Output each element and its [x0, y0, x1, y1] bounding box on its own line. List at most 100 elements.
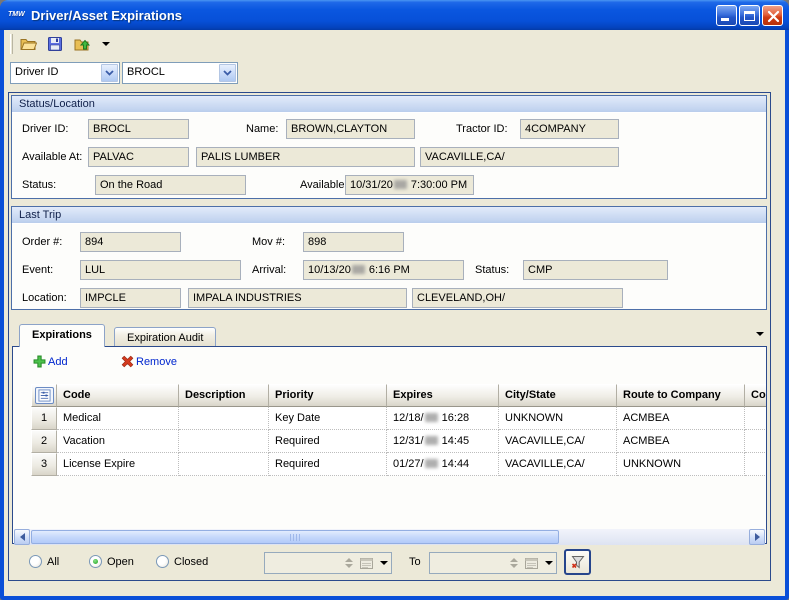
cell-expires[interactable]: 12/18/ 16:28: [387, 407, 499, 430]
field-type-dropdown-button[interactable]: [101, 64, 118, 82]
toolbar-overflow-button[interactable]: [102, 32, 110, 56]
redacted-text: [394, 180, 407, 189]
column-header-description[interactable]: Description: [179, 384, 269, 407]
driver-id-dropdown-button[interactable]: [219, 64, 236, 82]
cell-route-to-company[interactable]: UNKNOWN: [617, 453, 745, 476]
row-selector[interactable]: 3: [31, 453, 57, 476]
radio-all[interactable]: [29, 555, 42, 568]
cell-description[interactable]: [179, 407, 269, 430]
row-selector[interactable]: 2: [31, 430, 57, 453]
column-header-city-state[interactable]: City/State: [499, 384, 617, 407]
tab-expiration-audit[interactable]: Expiration Audit: [114, 327, 216, 346]
field-type-combobox[interactable]: Driver ID: [10, 62, 120, 84]
toolbar-grip[interactable]: [10, 34, 13, 54]
redacted-text: [425, 459, 438, 468]
scroll-right-icon: [755, 533, 760, 541]
dropdown-arrow-icon: [380, 561, 388, 565]
open-button[interactable]: [16, 32, 40, 56]
main-toolbar: [4, 30, 785, 58]
calendar-icon: [360, 557, 373, 569]
cell-con[interactable]: [745, 453, 766, 476]
available-at-city-field: VACAVILLE,CA/: [420, 147, 619, 167]
title-bar[interactable]: TMW Driver/Asset Expirations: [0, 0, 789, 30]
tab-expirations[interactable]: Expirations: [19, 324, 105, 347]
radio-closed-label: Closed: [174, 556, 208, 568]
spin-up-icon[interactable]: [510, 558, 518, 562]
location-code-field: IMPCLE: [80, 288, 181, 308]
clear-filter-button[interactable]: [564, 549, 591, 575]
date-from-picker[interactable]: [264, 552, 392, 574]
date-to-dropdown-button[interactable]: [542, 561, 556, 565]
horizontal-scrollbar[interactable]: [14, 529, 765, 545]
minimize-icon: [721, 18, 729, 21]
open-folder-icon: [20, 36, 37, 52]
column-header-code[interactable]: Code: [57, 384, 179, 407]
maximize-button[interactable]: [739, 5, 760, 26]
scrollbar-thumb[interactable]: [31, 530, 559, 544]
cell-code[interactable]: Vacation: [57, 430, 179, 453]
cell-priority[interactable]: Key Date: [269, 407, 387, 430]
cell-description[interactable]: [179, 430, 269, 453]
column-header-con[interactable]: Con: [745, 384, 766, 407]
order-field: 894: [80, 232, 181, 252]
available-at-name-field: PALIS LUMBER: [196, 147, 415, 167]
radio-closed[interactable]: [156, 555, 169, 568]
cell-route-to-company[interactable]: ACMBEA: [617, 430, 745, 453]
expirations-tab-panel: Add Remove: [12, 346, 767, 544]
cell-con[interactable]: [745, 430, 766, 453]
spin-down-icon[interactable]: [510, 564, 518, 568]
export-button[interactable]: [70, 32, 94, 56]
window-title: Driver/Asset Expirations: [31, 8, 716, 23]
spin-down-icon[interactable]: [345, 564, 353, 568]
status-location-header: Status/Location: [12, 96, 766, 113]
add-button-label: Add: [48, 356, 68, 368]
mov-field: 898: [303, 232, 404, 252]
cell-expires[interactable]: 12/31/ 14:45: [387, 430, 499, 453]
cell-city-state[interactable]: VACAVILLE,CA/: [499, 453, 617, 476]
scroll-left-button[interactable]: [14, 529, 30, 545]
save-button[interactable]: [43, 32, 67, 56]
column-chooser-button[interactable]: [35, 387, 54, 404]
trip-status-field: CMP: [523, 260, 668, 280]
app-window: TMW Driver/Asset Expirations: [0, 0, 789, 600]
calendar-button[interactable]: [523, 555, 540, 571]
cell-con[interactable]: [745, 407, 766, 430]
location-name-field: IMPALA INDUSTRIES: [188, 288, 407, 308]
cell-code[interactable]: Medical: [57, 407, 179, 430]
add-button[interactable]: Add: [33, 355, 68, 368]
cell-priority[interactable]: Required: [269, 430, 387, 453]
name-label: Name:: [246, 123, 278, 135]
date-from-dropdown-button[interactable]: [377, 561, 391, 565]
column-header-priority[interactable]: Priority: [269, 384, 387, 407]
calendar-button[interactable]: [358, 555, 375, 571]
driver-id-combobox[interactable]: BROCL: [122, 62, 238, 84]
cell-description[interactable]: [179, 453, 269, 476]
remove-button[interactable]: Remove: [121, 355, 177, 368]
status-location-group: Status/Location Driver ID: BROCL Name: B…: [11, 95, 767, 199]
field-type-value: Driver ID: [15, 66, 58, 78]
content-panel: Status/Location Driver ID: BROCL Name: B…: [8, 92, 771, 581]
column-header-expires[interactable]: Expires: [387, 384, 499, 407]
cell-expires[interactable]: 01/27/ 14:44: [387, 453, 499, 476]
arrival-label: Arrival:: [252, 264, 286, 276]
scrollbar-grip: [290, 534, 301, 541]
scroll-right-button[interactable]: [749, 529, 765, 545]
column-header-route-to-company[interactable]: Route to Company: [617, 384, 745, 407]
date-to-value: [430, 553, 507, 573]
cell-route-to-company[interactable]: ACMBEA: [617, 407, 745, 430]
cell-priority[interactable]: Required: [269, 453, 387, 476]
table-row[interactable]: 3 License Expire Required 01/27/ 14:44 V…: [31, 453, 766, 476]
minimize-button[interactable]: [716, 5, 737, 26]
close-button[interactable]: [762, 5, 783, 26]
table-row[interactable]: 1 Medical Key Date 12/18/ 16:28 UNKNOWN …: [31, 407, 766, 430]
cell-city-state[interactable]: VACAVILLE,CA/: [499, 430, 617, 453]
spin-up-icon[interactable]: [345, 558, 353, 562]
row-selector[interactable]: 1: [31, 407, 57, 430]
cell-city-state[interactable]: UNKNOWN: [499, 407, 617, 430]
date-to-picker[interactable]: [429, 552, 557, 574]
name-field: BROWN,CLAYTON: [286, 119, 415, 139]
cell-code[interactable]: License Expire: [57, 453, 179, 476]
radio-open[interactable]: [89, 555, 102, 568]
table-row[interactable]: 2 Vacation Required 12/31/ 14:45 VACAVIL…: [31, 430, 766, 453]
redacted-text: [425, 436, 438, 445]
